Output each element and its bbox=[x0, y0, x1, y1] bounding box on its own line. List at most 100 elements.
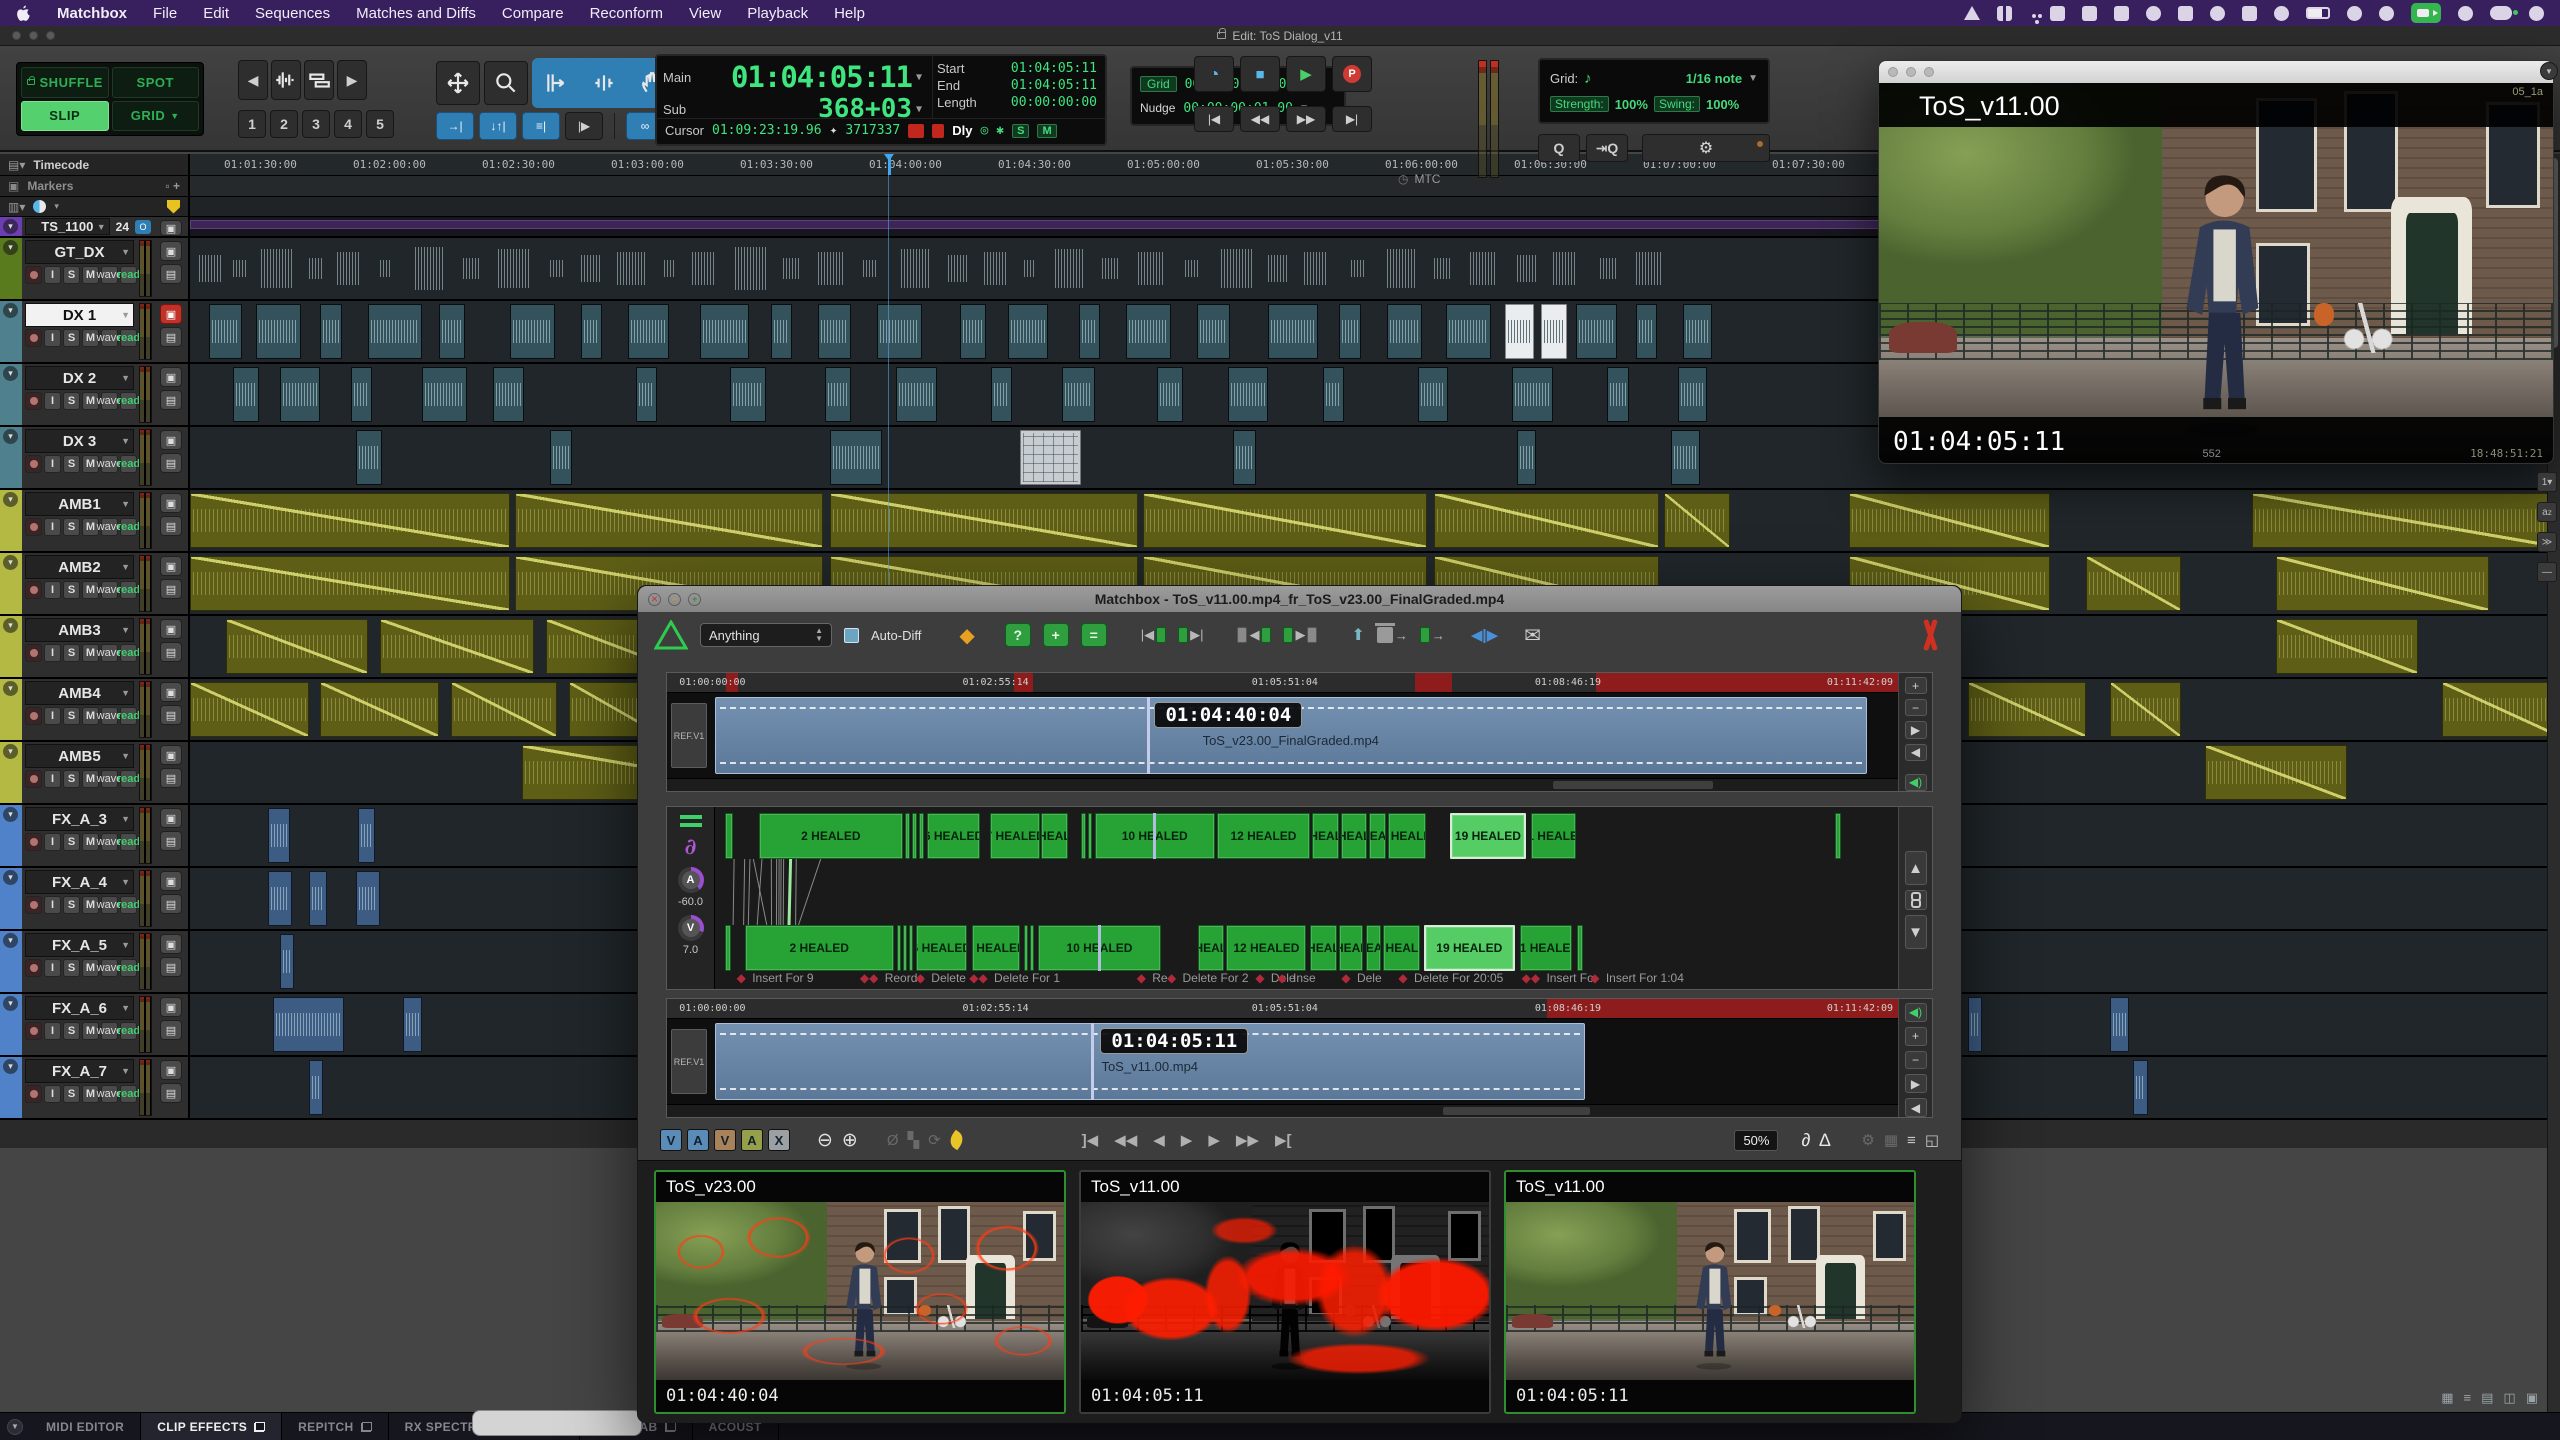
audio-clip[interactable] bbox=[1968, 682, 2087, 737]
waveform-view-selector[interactable]: wave bbox=[101, 518, 118, 536]
input-monitor-button[interactable]: I bbox=[44, 1022, 61, 1040]
track-name[interactable]: AMB2▼ bbox=[25, 555, 134, 579]
waveform-burst[interactable] bbox=[901, 249, 929, 287]
global-solo[interactable]: S bbox=[1012, 124, 1029, 138]
audio-clip[interactable] bbox=[351, 367, 372, 422]
video-preview-window[interactable]: ToS_v11.00 05_1a 01:04:05:11 552 18:48:5… bbox=[1878, 60, 2554, 464]
menu-item-playback[interactable]: Playback bbox=[747, 5, 808, 22]
solo-button[interactable]: S bbox=[63, 392, 80, 410]
layer-toggle-x4[interactable]: X bbox=[768, 1129, 790, 1151]
edit-annotation[interactable]: ◆ Re bbox=[1137, 971, 1168, 985]
segment-sliver[interactable] bbox=[1577, 925, 1583, 971]
screen-recording-icon[interactable] bbox=[2411, 3, 2441, 23]
segment-sliver[interactable] bbox=[919, 813, 924, 859]
automation-mode-selector[interactable]: read bbox=[120, 266, 137, 284]
comments-button[interactable]: ▤ bbox=[160, 642, 182, 662]
record-button[interactable]: P bbox=[1332, 56, 1372, 92]
collapse-icon[interactable]: ▾ bbox=[3, 744, 18, 759]
healed-segment[interactable]: 17 HEALED bbox=[1369, 813, 1385, 859]
solo-button[interactable]: S bbox=[63, 644, 80, 662]
loop-icon[interactable]: ⟳ bbox=[928, 1131, 941, 1149]
waveform-zoom-icon[interactable] bbox=[271, 60, 301, 100]
audio-clip[interactable] bbox=[256, 304, 301, 359]
waveform-burst[interactable] bbox=[1268, 255, 1287, 282]
filmstrip-icon[interactable]: ▦ bbox=[1884, 1131, 1898, 1149]
record-enable-button[interactable] bbox=[25, 833, 42, 851]
reference-playhead[interactable] bbox=[1147, 697, 1150, 774]
audio-clip[interactable] bbox=[190, 556, 510, 611]
audio-clip[interactable] bbox=[1228, 367, 1268, 422]
play-reverse-button[interactable]: ◀ bbox=[1905, 744, 1927, 761]
segment-sliver[interactable] bbox=[1081, 813, 1086, 859]
record-enable-button[interactable] bbox=[25, 266, 42, 284]
comments-button[interactable]: ▤ bbox=[160, 1020, 182, 1040]
partial-icon[interactable]: ∂ bbox=[1801, 1130, 1810, 1151]
quantize-button[interactable]: Q bbox=[1538, 134, 1580, 162]
healed-segment[interactable]: 7 HEALED bbox=[972, 925, 1021, 971]
audio-clip[interactable] bbox=[1387, 304, 1423, 359]
prev-diff-button[interactable]: ◀ bbox=[1237, 627, 1271, 643]
menu-item-help[interactable]: Help bbox=[834, 5, 865, 22]
solo-button[interactable]: S bbox=[63, 1022, 80, 1040]
delta-icon[interactable]: ∂ bbox=[685, 834, 697, 860]
swap-icon[interactable]: ◀|▶ bbox=[1471, 626, 1498, 644]
track-window-button[interactable]: ▣ bbox=[160, 871, 182, 891]
audio-clip[interactable] bbox=[422, 367, 467, 422]
layer-toggle-v2[interactable]: V bbox=[714, 1129, 736, 1151]
menu-item-matches-and-diffs[interactable]: Matches and Diffs bbox=[356, 5, 476, 22]
search-icon[interactable] bbox=[2347, 6, 2362, 21]
layer-toggle-a1[interactable]: A bbox=[687, 1129, 709, 1151]
zoom-preset-2[interactable]: 2 bbox=[270, 110, 298, 138]
audio-clip[interactable] bbox=[2205, 745, 2347, 800]
grid-view-icon[interactable]: ▦ bbox=[2441, 1390, 2453, 1406]
healed-segment[interactable]: 19 HEALED bbox=[1450, 813, 1527, 859]
audio-clip[interactable] bbox=[1020, 430, 1082, 485]
timeline-insertion-icon[interactable] bbox=[908, 124, 924, 138]
segment-sliver[interactable] bbox=[1088, 813, 1093, 859]
settings-bar[interactable]: ⚙ bbox=[1642, 134, 1770, 162]
track-height-button[interactable]: 1▾ bbox=[2537, 472, 2557, 492]
audio-clip[interactable] bbox=[1268, 304, 1318, 359]
audio-clip[interactable] bbox=[368, 304, 423, 359]
healed-segment[interactable]: 18 HEALED bbox=[1388, 813, 1426, 859]
audio-clip[interactable] bbox=[273, 997, 344, 1052]
window-menu-icon[interactable]: ▼ bbox=[2540, 62, 2558, 80]
audio-clip[interactable] bbox=[356, 871, 380, 926]
audio-clip[interactable] bbox=[268, 871, 292, 926]
apply-forward-button[interactable]: → bbox=[1420, 627, 1445, 643]
audio-clip[interactable] bbox=[1678, 367, 1706, 422]
fan-app-icon[interactable] bbox=[2458, 6, 2473, 21]
audio-mix-knob[interactable] bbox=[678, 867, 704, 893]
stop-button[interactable]: ■ bbox=[1240, 56, 1280, 92]
segment-sliver[interactable] bbox=[897, 925, 901, 971]
sort-button[interactable]: az bbox=[2537, 502, 2557, 522]
audio-clip[interactable] bbox=[268, 808, 289, 863]
solo-button[interactable]: S bbox=[63, 455, 80, 473]
mode-slip[interactable]: SLIP bbox=[21, 101, 109, 132]
audio-clip[interactable] bbox=[830, 430, 882, 485]
zoom-in-icon[interactable]: ⊕ bbox=[842, 1129, 858, 1152]
pre-roll-button[interactable]: ◔ bbox=[1194, 56, 1234, 92]
selector-tool-icon[interactable] bbox=[582, 61, 626, 105]
track-name[interactable]: AMB4▼ bbox=[25, 681, 134, 705]
add-match-button[interactable]: + bbox=[1043, 623, 1069, 647]
waveform-burst[interactable] bbox=[1055, 249, 1083, 287]
video-window-titlebar[interactable] bbox=[1879, 61, 2553, 83]
waveform-burst[interactable] bbox=[550, 260, 564, 276]
input-monitor-button[interactable]: I bbox=[44, 896, 61, 914]
copyright-app-icon[interactable] bbox=[2146, 6, 2161, 21]
delta-icon[interactable]: ∆ bbox=[1819, 1130, 1830, 1151]
track-name[interactable]: FX_A_5▼ bbox=[25, 933, 134, 957]
audio-clip[interactable] bbox=[1197, 304, 1230, 359]
comments-button[interactable]: ▤ bbox=[160, 453, 182, 473]
commands-focus-icon[interactable]: ↓↑| bbox=[479, 112, 517, 140]
main-counter[interactable]: 01:04:05:11 bbox=[709, 60, 912, 94]
segment-sliver[interactable] bbox=[909, 925, 913, 971]
audio-clip[interactable] bbox=[1849, 493, 2050, 548]
waveform-burst[interactable] bbox=[863, 260, 877, 276]
track-window-button[interactable]: ▣ bbox=[160, 745, 182, 765]
audio-clip[interactable] bbox=[309, 1060, 323, 1115]
audio-clip[interactable] bbox=[700, 304, 750, 359]
solo-button[interactable]: S bbox=[63, 959, 80, 977]
menu-item-compare[interactable]: Compare bbox=[502, 5, 564, 22]
